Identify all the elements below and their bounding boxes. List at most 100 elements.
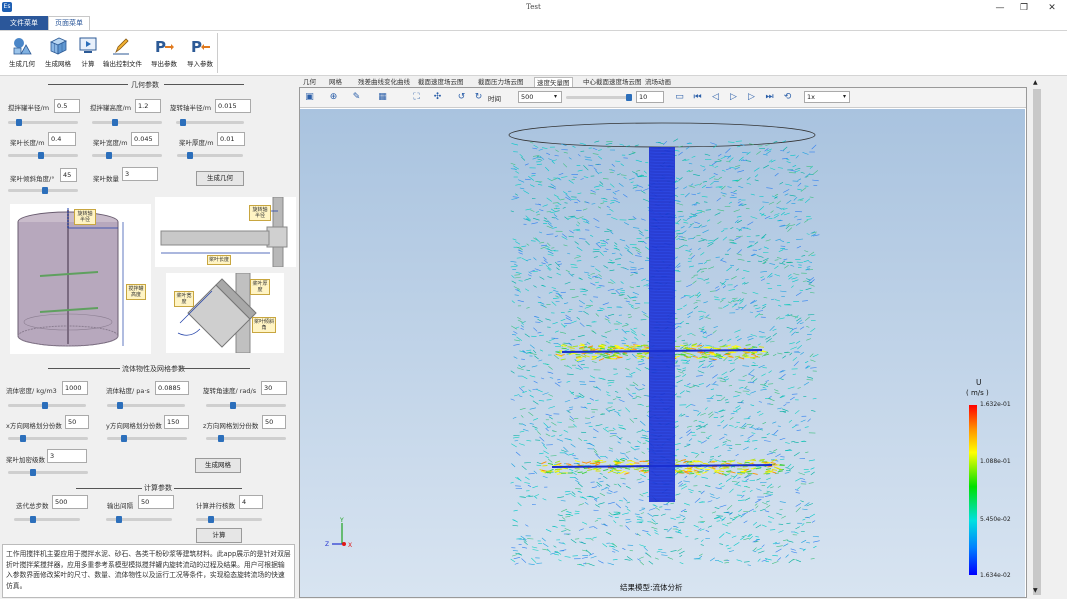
blade-angle-input[interactable]: 45: [60, 168, 77, 182]
scroll-up-icon[interactable]: ▲: [1033, 79, 1038, 86]
refine-level-input[interactable]: 3: [47, 449, 87, 463]
shaft-radius-slider[interactable]: [176, 121, 244, 124]
blade-width-slider[interactable]: [92, 154, 162, 157]
blade-length-slider[interactable]: [8, 154, 78, 157]
angular-velocity-input[interactable]: 30: [261, 381, 287, 395]
tab-geometry[interactable]: 几何: [303, 77, 316, 87]
y-cells-slider[interactable]: [107, 437, 187, 440]
screenshot-icon[interactable]: ▣: [303, 91, 316, 104]
record-icon[interactable]: ▭: [673, 91, 686, 104]
last-frame-icon[interactable]: ⏭: [763, 91, 776, 104]
vertical-scrollbar[interactable]: ▲ ▼: [1031, 77, 1043, 598]
blade-length-tag: 桨叶长度: [207, 255, 231, 265]
slider-handle[interactable]: [208, 516, 214, 523]
tab-velocity-vector[interactable]: 速度矢量图: [534, 77, 573, 87]
axes-view-icon[interactable]: ✣: [431, 91, 444, 104]
slider-handle[interactable]: [218, 435, 224, 442]
blade-angle-slider[interactable]: [8, 189, 78, 192]
iterations-input[interactable]: 500: [52, 495, 88, 509]
blade-width-input[interactable]: 0.045: [131, 132, 159, 146]
tab-animation[interactable]: 流场动画: [645, 77, 671, 87]
output-interval-slider[interactable]: [106, 518, 172, 521]
compute-panel-button[interactable]: 计算: [196, 528, 242, 543]
x-cells-input[interactable]: 50: [65, 415, 89, 429]
slider-handle[interactable]: [180, 119, 186, 126]
blade-length-input[interactable]: 0.4: [48, 132, 76, 146]
tank-radius-input[interactable]: 0.5: [54, 99, 80, 113]
rotate-right-icon[interactable]: ↻: [472, 91, 485, 104]
rotate-left-icon[interactable]: ↺: [455, 91, 468, 104]
fit-view-icon[interactable]: ⛶: [410, 91, 423, 104]
slider-handle[interactable]: [116, 516, 122, 523]
tab-section-velocity[interactable]: 截面速度场云图: [418, 77, 464, 87]
output-interval-input[interactable]: 50: [138, 495, 174, 509]
menu-tab-file[interactable]: 文件菜单: [0, 16, 48, 30]
scrollbar-thumb[interactable]: [1033, 89, 1041, 595]
3d-viewport[interactable]: 结果模型:流体分析 U ( m/s ) 1.632e-01 1.088e-01 …: [300, 109, 1025, 597]
tank-height-slider[interactable]: [92, 121, 162, 124]
z-cells-slider[interactable]: [206, 437, 286, 440]
viscosity-input[interactable]: 0.0885: [155, 381, 189, 395]
generate-mesh-panel-button[interactable]: 生成网格: [195, 458, 241, 473]
x-cells-label: x方向网格划分份数: [6, 420, 62, 430]
compute-button[interactable]: 计算: [70, 34, 106, 72]
density-slider[interactable]: [8, 404, 86, 407]
time-slider[interactable]: [566, 96, 632, 99]
slider-handle[interactable]: [112, 119, 118, 126]
z-cells-input[interactable]: 50: [262, 415, 286, 429]
slider-handle[interactable]: [16, 119, 22, 126]
parallel-cores-slider[interactable]: [196, 518, 262, 521]
blade-count-input[interactable]: 3: [122, 167, 158, 181]
menu-tab-page[interactable]: 页面菜单: [48, 16, 90, 30]
frame-spinbox[interactable]: 10: [636, 91, 664, 103]
refine-level-slider[interactable]: [8, 471, 88, 474]
generate-geometry-button[interactable]: 生成几何: [4, 34, 40, 72]
colormap-icon[interactable]: ▦: [376, 91, 389, 104]
slider-handle[interactable]: [187, 152, 193, 159]
slider-handle[interactable]: [42, 402, 48, 409]
tank-height-input[interactable]: 1.2: [135, 99, 161, 113]
slider-handle[interactable]: [30, 516, 36, 523]
shaft-radius-input[interactable]: 0.015: [215, 99, 251, 113]
minimize-button[interactable]: —: [988, 1, 1012, 15]
slider-handle[interactable]: [38, 152, 44, 159]
slider-handle[interactable]: [20, 435, 26, 442]
slider-handle[interactable]: [117, 402, 123, 409]
zoom-icon[interactable]: ⊕: [327, 91, 340, 104]
first-frame-icon[interactable]: ⏮: [691, 91, 704, 104]
density-input[interactable]: 1000: [62, 381, 88, 395]
y-cells-input[interactable]: 150: [164, 415, 189, 429]
loop-icon[interactable]: ⟲: [781, 91, 794, 104]
slider-handle[interactable]: [30, 469, 36, 476]
tab-section-pressure[interactable]: 截面压力场云图: [478, 77, 524, 87]
color-palette-icon[interactable]: ✎: [350, 91, 363, 104]
tab-center-velocity[interactable]: 中心截面速度场云图: [583, 77, 642, 87]
generate-geometry-panel-button[interactable]: 生成几何: [196, 171, 244, 186]
slider-handle[interactable]: [230, 402, 236, 409]
output-control-file-button[interactable]: 输出控制文件: [103, 34, 139, 72]
refine-level-label: 桨叶加密级数: [6, 454, 45, 464]
angular-velocity-slider[interactable]: [206, 404, 286, 407]
slider-handle[interactable]: [121, 435, 127, 442]
slider-handle[interactable]: [42, 187, 48, 194]
viscosity-slider[interactable]: [107, 404, 185, 407]
play-icon[interactable]: ▷: [727, 91, 740, 104]
slider-handle[interactable]: [626, 94, 632, 101]
prev-frame-icon[interactable]: ◁: [709, 91, 722, 104]
tab-mesh[interactable]: 网格: [329, 77, 342, 87]
iterations-slider[interactable]: [14, 518, 80, 521]
next-frame-icon[interactable]: ▷: [745, 91, 758, 104]
blade-thickness-input[interactable]: 0.01: [217, 132, 245, 146]
maximize-button[interactable]: ❐: [1012, 1, 1036, 15]
blade-thickness-slider[interactable]: [177, 154, 243, 157]
tank-radius-slider[interactable]: [8, 121, 78, 124]
x-cells-slider[interactable]: [8, 437, 88, 440]
slider-handle[interactable]: [106, 152, 112, 159]
density-label: 流体密度/ kg/m3: [6, 385, 57, 395]
import-params-button[interactable]: P 导入参数: [182, 34, 218, 72]
parallel-cores-input[interactable]: 4: [239, 495, 263, 509]
scroll-down-icon[interactable]: ▼: [1033, 587, 1038, 594]
close-button[interactable]: ✕: [1040, 1, 1064, 15]
tab-residual[interactable]: 残差曲线变化曲线: [358, 77, 410, 87]
export-params-button[interactable]: P 导出参数: [146, 34, 182, 72]
